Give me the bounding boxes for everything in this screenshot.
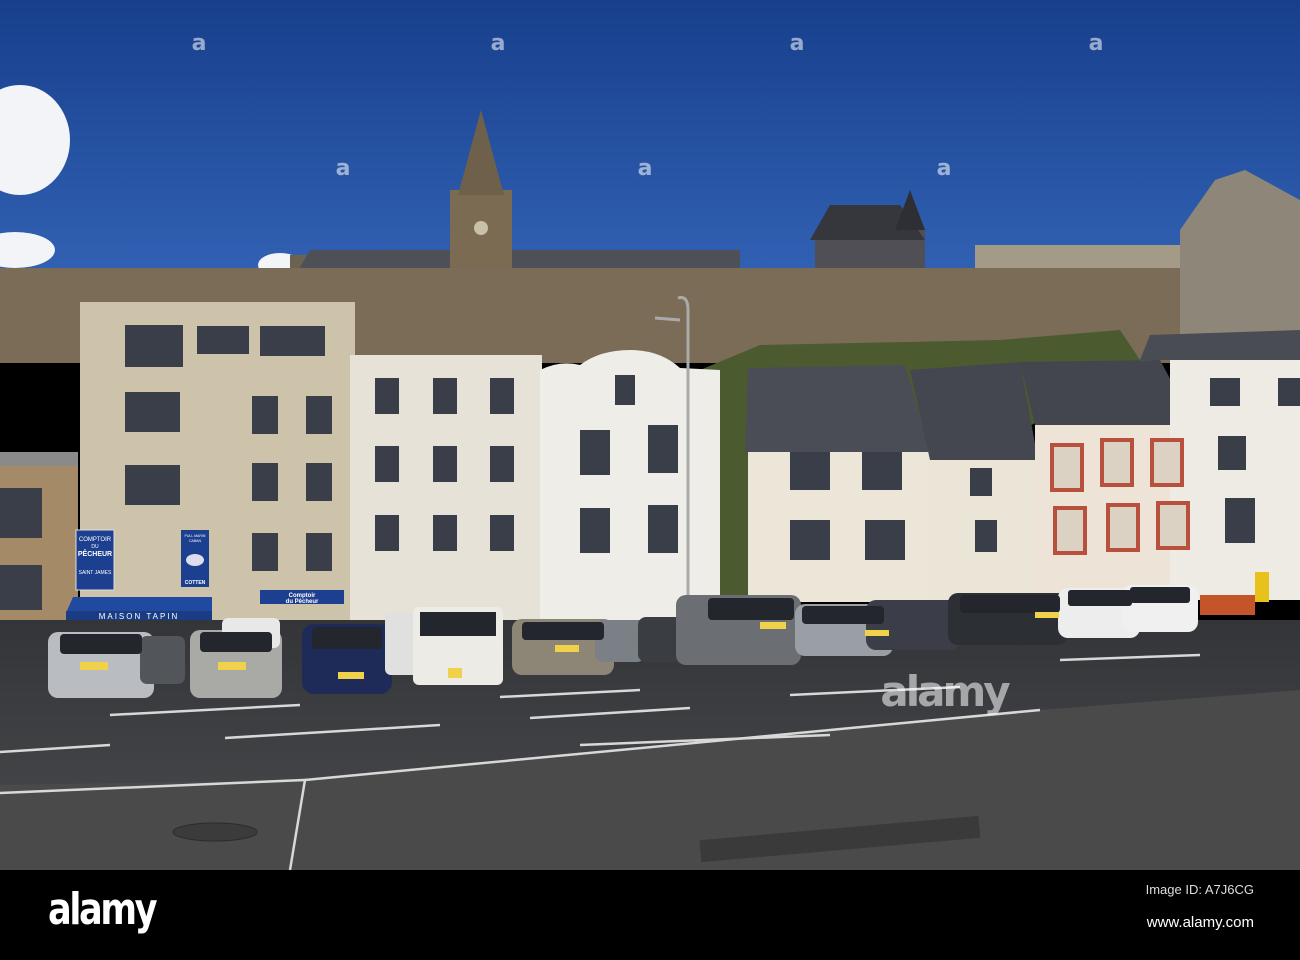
- sign-text: CABAN: [189, 539, 202, 543]
- cotten-sign: PULL MARIN CABAN COTTEN: [181, 530, 209, 587]
- sign-text: SAINT JAMES: [79, 570, 112, 576]
- website-link[interactable]: www.alamy.com: [1147, 914, 1254, 931]
- sign-text: PULL MARIN: [185, 534, 206, 538]
- maison-tapin-awning: MAISON TAPIN: [66, 597, 212, 621]
- comptoir-du-pecheur-vertical-sign: COMPTOIR DU PÊCHEUR SAINT JAMES: [75, 529, 115, 591]
- sign-text: COMPTOIR: [79, 537, 112, 543]
- sign-text: DU: [91, 544, 99, 550]
- svg-text:a: a: [491, 31, 506, 56]
- alamy-watermark: alamy: [880, 667, 1010, 716]
- footer-bar: alamy Image ID: A7J6CG www.alamy.com: [0, 870, 1300, 960]
- harbor-town-photo: COMPTOIR DU PÊCHEUR SAINT JAMES PULL MAR…: [0, 0, 1300, 870]
- image-id: Image ID: A7J6CG: [1145, 882, 1254, 897]
- svg-text:a: a: [937, 156, 952, 181]
- svg-text:a: a: [638, 156, 653, 181]
- svg-text:a: a: [790, 31, 805, 56]
- svg-text:a: a: [192, 31, 207, 56]
- comptoir-du-pecheur-shop-sign: Comptoir du Pêcheur: [260, 590, 344, 605]
- sign-text: MAISON TAPIN: [99, 612, 180, 621]
- sign-text: PÊCHEUR: [78, 549, 112, 558]
- sign-text: du Pêcheur: [286, 599, 319, 605]
- svg-text:a: a: [1089, 31, 1104, 56]
- alamy-logo: alamy: [48, 884, 158, 935]
- svg-text:a: a: [336, 156, 351, 181]
- manhole-cover: [172, 822, 258, 842]
- sign-text: COTTEN: [185, 580, 206, 586]
